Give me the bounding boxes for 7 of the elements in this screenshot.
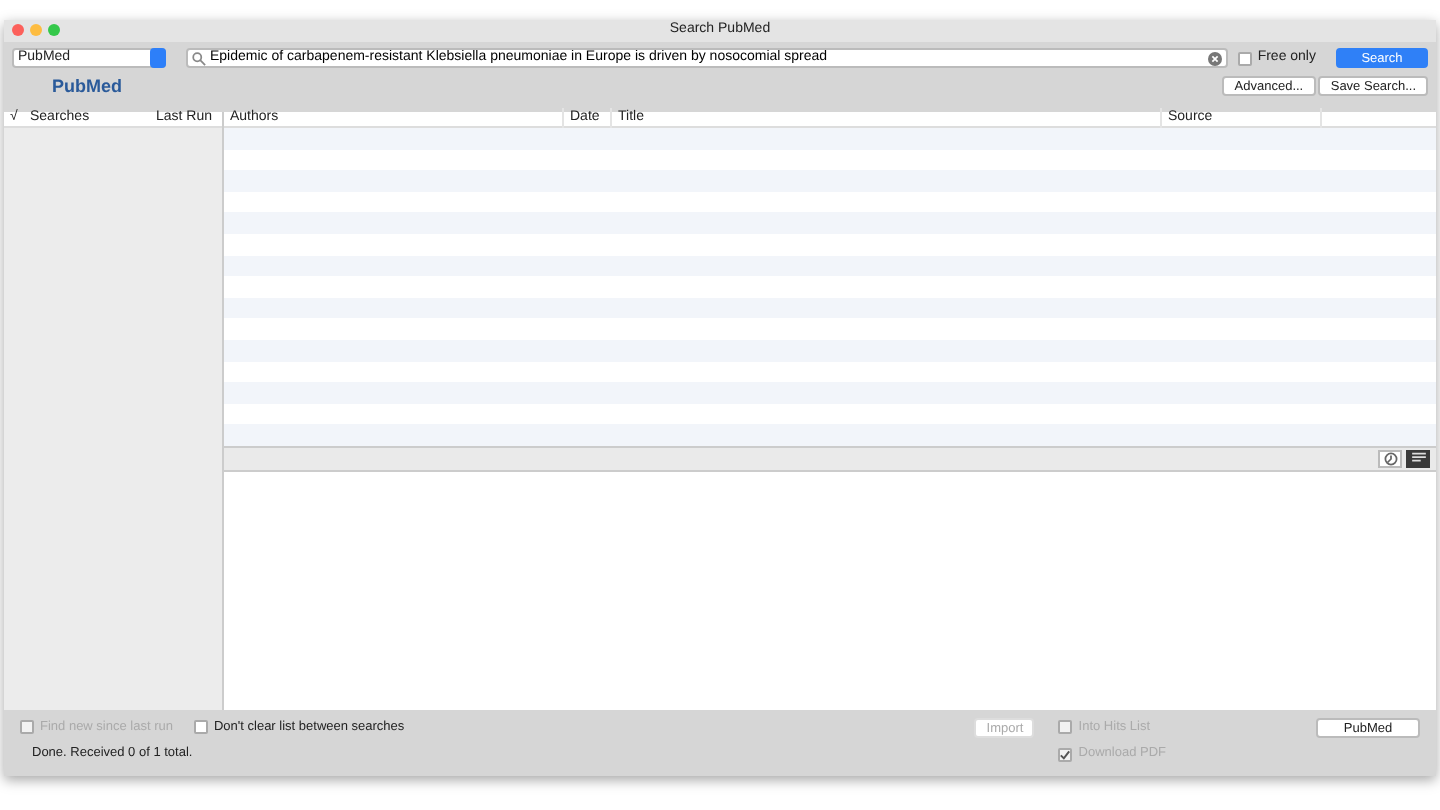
dont-clear-checkbox[interactable] [193,720,208,735]
history-view-button[interactable] [1378,449,1402,468]
text-view-button[interactable] [1406,449,1430,468]
clear-icon[interactable] [1207,51,1222,66]
pubmed-logo: PubMed [52,73,122,99]
search-icon [192,51,206,66]
free-only-checkbox[interactable] [1237,51,1252,66]
